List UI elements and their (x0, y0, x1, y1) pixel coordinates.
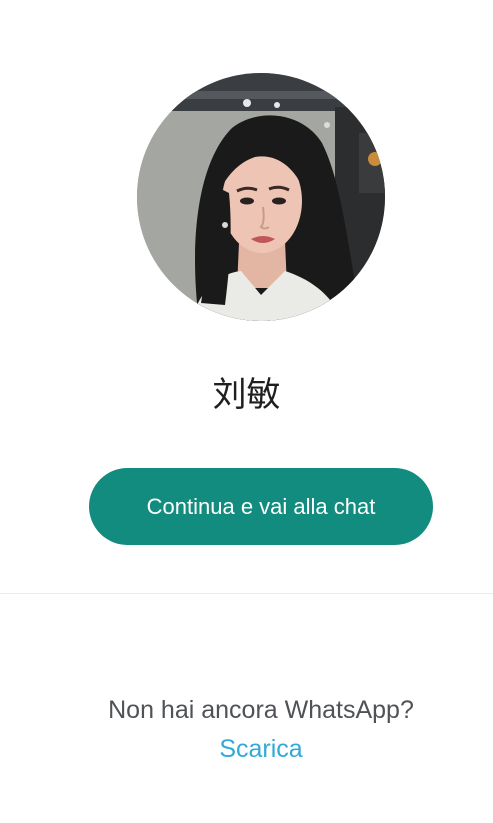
chat-invite-page: 刘敏 Continua e vai alla chat Non hai anco… (0, 0, 493, 823)
no-whatsapp-prompt: Non hai ancora WhatsApp? (108, 696, 414, 724)
continue-to-chat-button[interactable]: Continua e vai alla chat (89, 468, 433, 545)
download-link[interactable]: Scarica (0, 731, 493, 767)
profile-photo (137, 73, 385, 321)
contact-name: 刘敏 (212, 375, 281, 415)
profile-avatar (137, 73, 385, 321)
section-divider (0, 593, 493, 594)
